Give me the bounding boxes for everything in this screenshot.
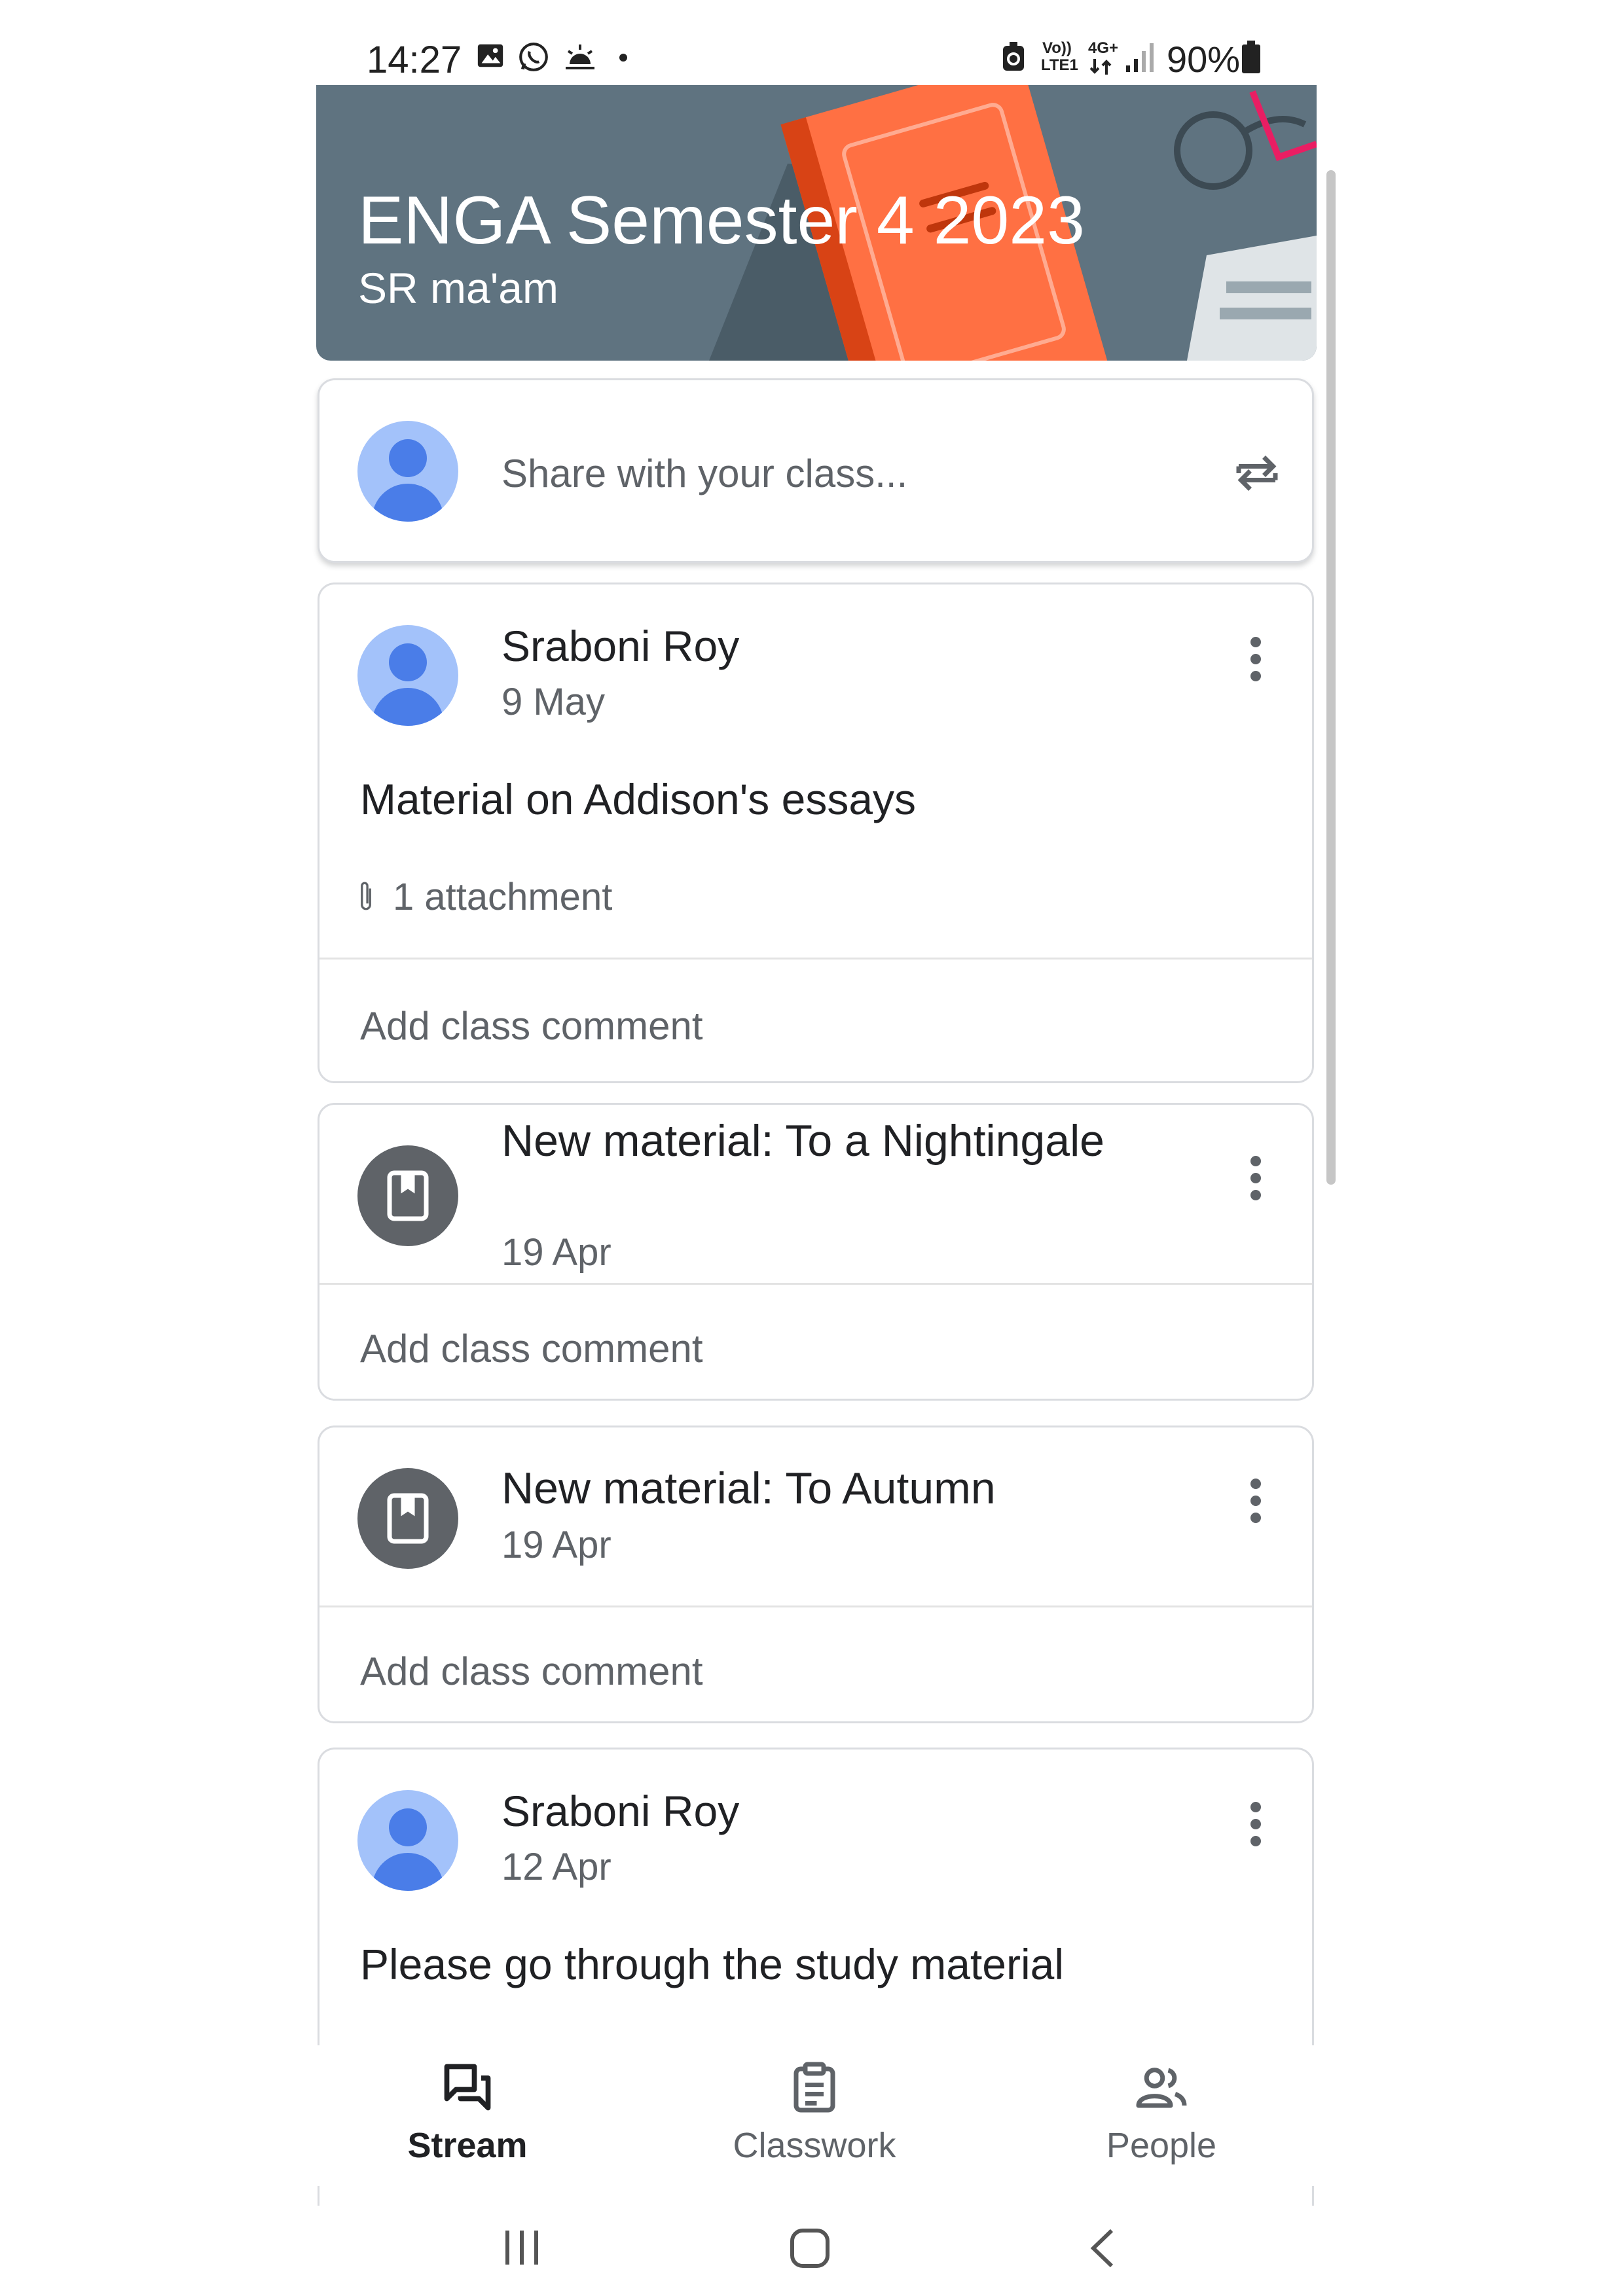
bottom-navigation: Stream Classwork People xyxy=(300,2045,1331,2186)
attachment-icon xyxy=(361,882,371,910)
recent-apps-icon[interactable] xyxy=(501,2229,542,2266)
nav-stream[interactable]: Stream xyxy=(337,2060,598,2166)
stream-icon xyxy=(444,2064,491,2111)
post-author: Sraboni Roy xyxy=(501,1787,740,1835)
more-options-icon[interactable] xyxy=(1243,637,1269,696)
material-title: New material: To a Nightingale xyxy=(501,1116,1104,1166)
more-options-icon[interactable] xyxy=(1243,1802,1269,1861)
notification-dot-icon xyxy=(619,54,627,62)
share-with-class-box[interactable]: Share with your class... xyxy=(318,378,1314,563)
share-placeholder[interactable]: Share with your class... xyxy=(501,451,907,496)
material-title: New material: To Autumn xyxy=(501,1463,996,1513)
author-avatar xyxy=(357,625,458,726)
add-comment-link[interactable]: Add class comment xyxy=(360,1649,703,1694)
divider xyxy=(319,958,1312,960)
status-time: 14:27 xyxy=(367,39,462,81)
battery-percent: 90% xyxy=(1167,39,1241,80)
gallery-icon xyxy=(477,44,503,67)
scrollbar[interactable] xyxy=(1326,170,1336,1185)
user-avatar xyxy=(357,421,458,522)
lte-label: LTE1 xyxy=(1041,56,1078,74)
class-banner[interactable]: ENGA Semester 4 2023 SR ma'am xyxy=(316,85,1317,361)
whatsapp-icon xyxy=(519,43,548,71)
nav-stream-label: Stream xyxy=(407,2126,528,2165)
battery-icon xyxy=(1242,41,1260,73)
post-author: Sraboni Roy xyxy=(501,622,740,670)
divider xyxy=(319,1283,1312,1285)
divider xyxy=(319,1605,1312,1607)
material-icon xyxy=(357,1145,458,1246)
repost-icon[interactable] xyxy=(1230,446,1285,501)
material-date: 19 Apr xyxy=(501,1231,611,1274)
material-icon xyxy=(357,1468,458,1569)
classwork-icon xyxy=(793,2062,835,2113)
battery-saver-icon xyxy=(1003,42,1024,71)
more-options-icon[interactable] xyxy=(1243,1479,1269,1537)
material-card[interactable]: New material: To a Nightingale 19 Apr Ad… xyxy=(318,1103,1314,1401)
attachment-count[interactable]: 1 attachment xyxy=(393,875,612,919)
add-comment-link[interactable]: Add class comment xyxy=(360,1326,703,1371)
post-date: 9 May xyxy=(501,681,605,723)
system-navigation-bar xyxy=(0,2186,1623,2296)
post-date: 12 Apr xyxy=(501,1846,611,1888)
nav-people-label: People xyxy=(1106,2126,1217,2165)
people-icon xyxy=(1136,2068,1187,2108)
nav-classwork[interactable]: Classwork xyxy=(684,2060,945,2166)
author-avatar xyxy=(357,1790,458,1891)
material-card[interactable]: New material: To Autumn 19 Apr Add class… xyxy=(318,1426,1314,1723)
material-date: 19 Apr xyxy=(501,1524,611,1566)
post-card: Sraboni Roy 9 May Material on Addison's … xyxy=(318,583,1314,1083)
more-options-icon[interactable] xyxy=(1243,1156,1269,1215)
4g-label: 4G+ xyxy=(1088,39,1119,57)
post-text: Please go through the study material xyxy=(360,1940,1064,1988)
home-icon[interactable] xyxy=(788,2227,831,2270)
status-bar: 14:27 Vo)) LTE1 4G+ 90% xyxy=(0,0,1623,85)
nav-people[interactable]: People xyxy=(1030,2060,1292,2166)
back-icon[interactable] xyxy=(1087,2227,1117,2270)
class-title: ENGA Semester 4 2023 xyxy=(358,183,1085,259)
nav-classwork-label: Classwork xyxy=(733,2126,896,2165)
post-text: Material on Addison's essays xyxy=(360,775,917,823)
weather-icon xyxy=(566,45,594,69)
add-comment-link[interactable]: Add class comment xyxy=(360,1003,703,1049)
class-subtitle: SR ma'am xyxy=(358,264,558,312)
data-arrows-icon xyxy=(1089,59,1112,75)
volte-label: Vo)) xyxy=(1042,39,1072,57)
signal-icon xyxy=(1126,43,1154,72)
